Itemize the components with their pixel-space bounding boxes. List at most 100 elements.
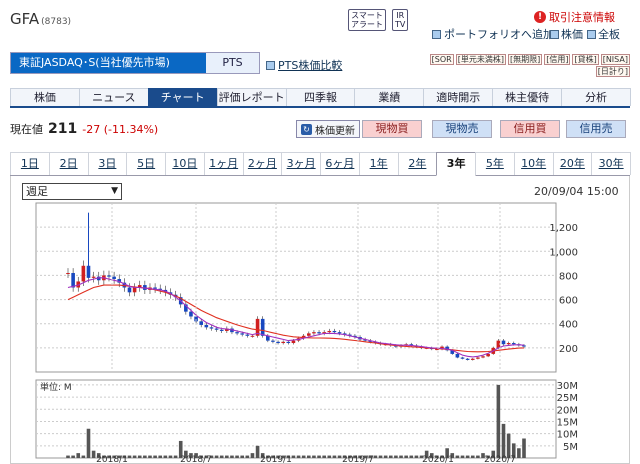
price-tick-label: 800 xyxy=(559,271,578,282)
candle-body xyxy=(481,356,485,358)
volume-bar xyxy=(296,455,301,458)
candle-body xyxy=(107,275,111,277)
volume-bar xyxy=(460,455,465,458)
volume-bar xyxy=(409,455,414,458)
volume-bar xyxy=(81,455,86,458)
candle-body xyxy=(337,332,342,334)
volume-bar xyxy=(230,455,234,458)
price-tick-label: 200 xyxy=(559,344,578,355)
volume-tick-label: 5M xyxy=(563,442,578,453)
volume-bar xyxy=(91,450,96,458)
candle-body xyxy=(317,332,321,334)
volume-bar xyxy=(158,455,163,458)
candle-body xyxy=(327,330,332,333)
volume-bar xyxy=(168,455,173,458)
candle-body xyxy=(209,327,214,329)
candle-body xyxy=(153,287,157,289)
volume-bar xyxy=(501,423,506,458)
volume-bar xyxy=(301,455,306,458)
candle-body xyxy=(470,358,475,360)
volume-bar xyxy=(250,453,255,458)
candle-body xyxy=(501,340,506,345)
candle-body xyxy=(132,287,137,293)
volume-bar xyxy=(240,455,245,458)
candle-body xyxy=(286,341,291,344)
volume-bar xyxy=(163,455,168,458)
volume-unit-label: 単位: M xyxy=(40,381,72,393)
volume-bar xyxy=(153,455,157,458)
candle-body xyxy=(511,343,516,345)
volume-bar xyxy=(332,455,337,458)
candle-body xyxy=(91,276,96,278)
volume-bar xyxy=(86,428,91,458)
volume-bar xyxy=(388,455,393,458)
candle-body xyxy=(66,273,70,275)
volume-bar xyxy=(225,455,229,458)
volume-bar xyxy=(317,455,321,458)
volume-bar xyxy=(255,445,260,458)
candle-body xyxy=(465,358,470,360)
volume-bar xyxy=(137,455,142,458)
candle-body xyxy=(506,343,511,345)
volume-bar xyxy=(173,455,178,458)
price-tick-label: 1,000 xyxy=(549,247,578,258)
x-axis-label: 2018/7 xyxy=(180,455,212,464)
volume-bar xyxy=(235,455,239,458)
price-tick-label: 400 xyxy=(559,320,578,331)
candle-body xyxy=(307,333,311,336)
candle-body xyxy=(199,321,204,325)
volume-bar xyxy=(143,455,147,458)
volume-bar xyxy=(71,455,75,458)
volume-bar xyxy=(66,455,70,458)
volume-bar xyxy=(378,455,383,458)
volume-bar xyxy=(455,455,460,458)
price-tick-label: 600 xyxy=(559,296,578,307)
volume-bar xyxy=(291,455,296,458)
volume-bar xyxy=(517,448,521,458)
candle-body xyxy=(189,311,193,317)
volume-bar xyxy=(307,455,311,458)
candle-body xyxy=(312,332,316,334)
x-axis-label: 2020/1 xyxy=(422,455,454,464)
candle-body xyxy=(476,357,480,359)
x-axis-label: 2018/1 xyxy=(96,455,128,464)
volume-bar xyxy=(337,455,342,458)
price-tick-label: 1,200 xyxy=(549,223,578,234)
volume-bar xyxy=(312,455,316,458)
volume-bar xyxy=(219,455,224,458)
volume-bar xyxy=(496,384,501,458)
volume-bar xyxy=(465,455,470,458)
volume-bar xyxy=(476,455,480,458)
candle-body xyxy=(281,341,285,344)
candle-body xyxy=(112,276,116,280)
volume-bar xyxy=(373,455,378,458)
candle-body xyxy=(204,324,209,328)
x-axis-label: 2019/1 xyxy=(260,455,292,464)
volume-bar xyxy=(383,455,388,458)
volume-bar xyxy=(470,455,475,458)
volume-bar xyxy=(132,455,137,458)
price-panel xyxy=(35,202,557,373)
candle-body xyxy=(245,334,250,336)
candle-body xyxy=(260,318,265,336)
volume-bar xyxy=(414,455,419,458)
candle-body xyxy=(250,335,255,337)
volume-bar xyxy=(76,453,81,458)
candle-body xyxy=(332,330,337,333)
volume-bar xyxy=(245,455,250,458)
candle-body xyxy=(127,287,132,293)
volume-bar xyxy=(148,455,152,458)
volume-bar xyxy=(394,455,398,458)
x-axis-label: 2020/7 xyxy=(484,455,516,464)
candle-body xyxy=(291,340,296,344)
candle-body xyxy=(455,353,460,358)
candle-body xyxy=(460,357,465,359)
candle-body xyxy=(219,329,224,331)
candle-body xyxy=(235,332,239,334)
volume-bar xyxy=(399,455,403,458)
stock-chart: 1,200 1,000 800 600 400 200 30M25M20M15M 10M5M 単… xyxy=(35,202,578,464)
volume-bar xyxy=(214,455,219,458)
candle-body xyxy=(71,273,75,288)
candle-body xyxy=(240,333,245,335)
volume-tick-label: 30M xyxy=(557,381,578,392)
